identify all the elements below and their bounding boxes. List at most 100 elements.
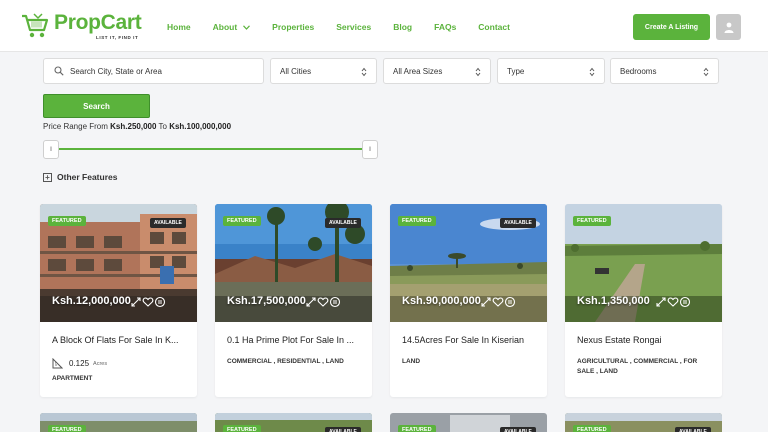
- nav-services[interactable]: Services: [336, 20, 371, 34]
- featured-badge: FEATURED: [48, 425, 86, 432]
- featured-badge: FEATURED: [573, 216, 611, 226]
- updown-arrows-icon: [475, 67, 481, 77]
- listing-card-peek[interactable]: FEATURED AVAILABLE: [215, 413, 372, 432]
- listing-card-peek[interactable]: FEATURED: [40, 413, 197, 432]
- nav-home[interactable]: Home: [167, 20, 191, 34]
- featured-badge: FEATURED: [223, 425, 261, 432]
- area-sizes-select-value: All Area Sizes: [393, 66, 443, 76]
- available-badge: AVAILABLE: [150, 218, 186, 228]
- listing-photo[interactable]: FEATURED AVAILABLE Ksh.12,000,000: [40, 204, 197, 322]
- listing-card-peek[interactable]: FEATURED AVAILABLE: [565, 413, 722, 432]
- price-range-from: Ksh.250,000: [110, 122, 157, 131]
- featured-badge: FEATURED: [398, 425, 436, 432]
- cities-select-value: All Cities: [280, 66, 312, 76]
- main-nav: Home About Properties Services Blog FAQs…: [167, 20, 532, 34]
- expand-icon[interactable]: [130, 296, 142, 308]
- brand-name: PropCart: [54, 11, 142, 34]
- listing-price: Ksh.1,350,000: [577, 295, 650, 307]
- listing-title[interactable]: Nexus Estate Rongai: [577, 335, 715, 345]
- featured-badge: FEATURED: [398, 216, 436, 226]
- available-badge: AVAILABLE: [500, 218, 536, 228]
- user-account-button[interactable]: [716, 14, 741, 40]
- heart-icon[interactable]: [142, 296, 154, 308]
- featured-badge: FEATURED: [48, 216, 86, 226]
- property-type: LAND: [402, 358, 421, 365]
- user-icon: [724, 22, 733, 33]
- featured-badge: FEATURED: [223, 216, 261, 226]
- search-button[interactable]: Search: [43, 94, 150, 118]
- listing-price: Ksh.17,500,000: [227, 295, 306, 307]
- listing-card[interactable]: FEATURED AVAILABLE Ksh.12,000,000 A Bloc…: [40, 204, 197, 397]
- nav-faqs-label: FAQs: [434, 22, 457, 32]
- area-sizes-select[interactable]: All Area Sizes: [383, 58, 491, 84]
- listing-actions: [305, 296, 341, 308]
- updown-arrows-icon: [589, 67, 595, 77]
- property-type: APARTMENT: [52, 375, 93, 382]
- listing-title[interactable]: A Block Of Flats For Sale In K...: [52, 335, 190, 345]
- bedrooms-select[interactable]: Bedrooms: [610, 58, 719, 84]
- price-range-to-word: To: [158, 122, 167, 131]
- area-ruler-icon: [52, 358, 63, 369]
- propcart-logo[interactable]: PropCart LIST IT, FIND IT: [20, 10, 150, 42]
- price-range-slider[interactable]: ll ll: [43, 140, 378, 159]
- expand-icon[interactable]: [480, 296, 492, 308]
- plus-box-icon: +: [43, 172, 52, 182]
- bedrooms-select-value: Bedrooms: [620, 66, 657, 76]
- listing-actions: [480, 296, 516, 308]
- compare-icon[interactable]: [329, 296, 341, 308]
- price-range-prefix: Price Range From: [43, 122, 108, 131]
- cities-select[interactable]: All Cities: [270, 58, 377, 84]
- other-features-toggle[interactable]: + Other Features: [43, 172, 117, 182]
- expand-icon[interactable]: [305, 296, 317, 308]
- nav-services-label: Services: [336, 22, 372, 32]
- compare-icon[interactable]: [679, 296, 691, 308]
- search-box: [43, 58, 264, 84]
- heart-icon[interactable]: [317, 296, 329, 308]
- nav-properties-label: Properties: [272, 22, 315, 32]
- updown-arrows-icon: [361, 67, 367, 77]
- site-header: PropCart LIST IT, FIND IT Home About Pro…: [0, 0, 768, 52]
- available-badge: AVAILABLE: [325, 427, 361, 432]
- updown-arrows-icon: [703, 67, 709, 77]
- chevron-down-icon: [243, 24, 251, 30]
- slider-handle-min[interactable]: ll: [43, 140, 59, 159]
- search-icon: [54, 66, 64, 76]
- nav-properties[interactable]: Properties: [272, 20, 314, 34]
- listing-title[interactable]: 14.5Acres For Sale In Kiserian: [402, 335, 540, 345]
- create-listing-button[interactable]: Create A Listing: [633, 14, 710, 40]
- type-select[interactable]: Type: [497, 58, 605, 84]
- listing-photo[interactable]: FEATURED AVAILABLE Ksh.90,000,000: [390, 204, 547, 322]
- featured-badge: FEATURED: [573, 425, 611, 432]
- price-range-to: Ksh.100,000,000: [169, 122, 232, 131]
- nav-about-label: About: [212, 22, 238, 32]
- nav-blog[interactable]: Blog: [393, 20, 412, 34]
- slider-handle-max[interactable]: ll: [362, 140, 378, 159]
- search-input[interactable]: [70, 66, 250, 76]
- compare-icon[interactable]: [154, 296, 166, 308]
- listing-card[interactable]: FEATURED Ksh.1,350,000 Nexus Estate Rong…: [565, 204, 722, 397]
- listing-title[interactable]: 0.1 Ha Prime Plot For Sale In ...: [227, 335, 365, 345]
- property-type: COMMERCIAL , RESIDENTIAL , LAND: [227, 358, 344, 365]
- slider-track: [53, 148, 368, 150]
- compare-icon[interactable]: [504, 296, 516, 308]
- listing-photo[interactable]: FEATURED Ksh.1,350,000: [565, 204, 722, 322]
- area-value: 0.125: [69, 359, 90, 368]
- property-type: AGRICULTURAL , COMMERCIAL , FOR SALE , L…: [577, 358, 698, 375]
- listing-card[interactable]: FEATURED AVAILABLE Ksh.17,500,000 0.1 Ha…: [215, 204, 372, 397]
- nav-contact-label: Contact: [478, 22, 510, 32]
- heart-icon[interactable]: [667, 296, 679, 308]
- nav-home-label: Home: [167, 22, 191, 32]
- nav-contact[interactable]: Contact: [478, 20, 510, 34]
- listing-card[interactable]: FEATURED AVAILABLE Ksh.90,000,000 14.5Ac…: [390, 204, 547, 397]
- listing-actions: [655, 296, 691, 308]
- nav-blog-label: Blog: [393, 22, 413, 32]
- available-badge: AVAILABLE: [500, 427, 536, 432]
- listing-card-peek[interactable]: FEATURED AVAILABLE: [390, 413, 547, 432]
- heart-icon[interactable]: [492, 296, 504, 308]
- brand-tagline: LIST IT, FIND IT: [96, 35, 139, 40]
- expand-icon[interactable]: [655, 296, 667, 308]
- nav-about[interactable]: About: [213, 20, 251, 34]
- nav-faqs[interactable]: FAQs: [434, 20, 456, 34]
- listing-photo[interactable]: FEATURED AVAILABLE Ksh.17,500,000: [215, 204, 372, 322]
- available-badge: AVAILABLE: [675, 427, 711, 432]
